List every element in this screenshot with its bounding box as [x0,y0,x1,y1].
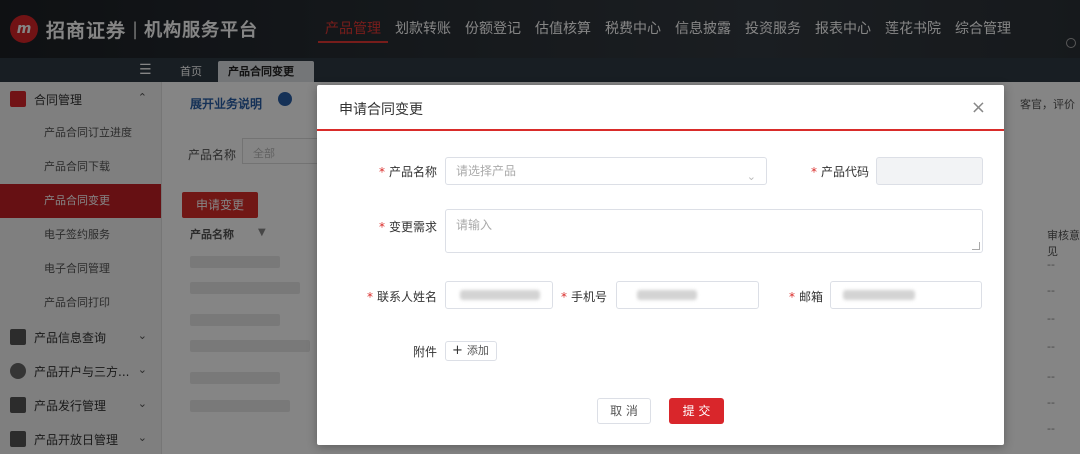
phone-input[interactable] [616,281,759,309]
required-marker: * [788,290,795,304]
submit-button[interactable]: 提 交 [669,398,724,424]
required-marker: * [378,165,385,179]
product-code-field [876,157,983,185]
email-input[interactable] [830,281,982,309]
contact-name-label-text: 联系人姓名 [376,290,437,304]
chevron-down-icon: ⌄ [746,170,756,183]
required-marker: * [366,290,373,304]
phone-label-text: 手机号 [571,290,608,304]
resize-handle-icon[interactable] [972,242,980,250]
cancel-button[interactable]: 取 消 [597,398,651,424]
change-request-placeholder: 请输入 [456,218,493,232]
product-name-label: * 产品名称 [377,163,437,180]
close-icon[interactable]: × [971,97,986,118]
email-label: * 邮箱 [787,288,823,305]
product-code-label: * 产品代码 [807,163,869,180]
product-name-placeholder: 请选择产品 [456,164,517,178]
redacted-value [637,290,697,300]
change-request-label-text: 变更需求 [388,220,437,234]
redacted-value [460,290,540,300]
change-request-label: * 变更需求 [377,218,437,235]
dialog-header: 申请合同变更 × [317,85,1004,131]
attachment-label: 附件 [412,345,437,359]
contact-name-label: * 联系人姓名 [361,288,437,305]
product-name-select[interactable]: 请选择产品 ⌄ [445,157,767,185]
product-name-label-text: 产品名称 [388,165,437,179]
redacted-value [843,290,915,300]
required-marker: * [810,165,817,179]
add-attachment-label: 添加 [466,344,489,357]
required-marker: * [561,290,567,304]
contact-name-input[interactable] [445,281,553,309]
email-label-text: 邮箱 [798,290,823,304]
dialog-title: 申请合同变更 [339,102,423,118]
required-marker: * [378,220,385,234]
change-request-textarea[interactable]: 请输入 [445,209,983,253]
apply-contract-change-dialog: 申请合同变更 × * 产品名称 请选择产品 ⌄ * 产品代码 * 变更需求 请输入 *… [317,85,1004,445]
plus-icon: + [452,343,463,358]
add-attachment-button[interactable]: + 添加 [445,341,497,361]
product-code-label-text: 产品代码 [820,165,869,179]
phone-label: * 手机号 [561,288,607,305]
